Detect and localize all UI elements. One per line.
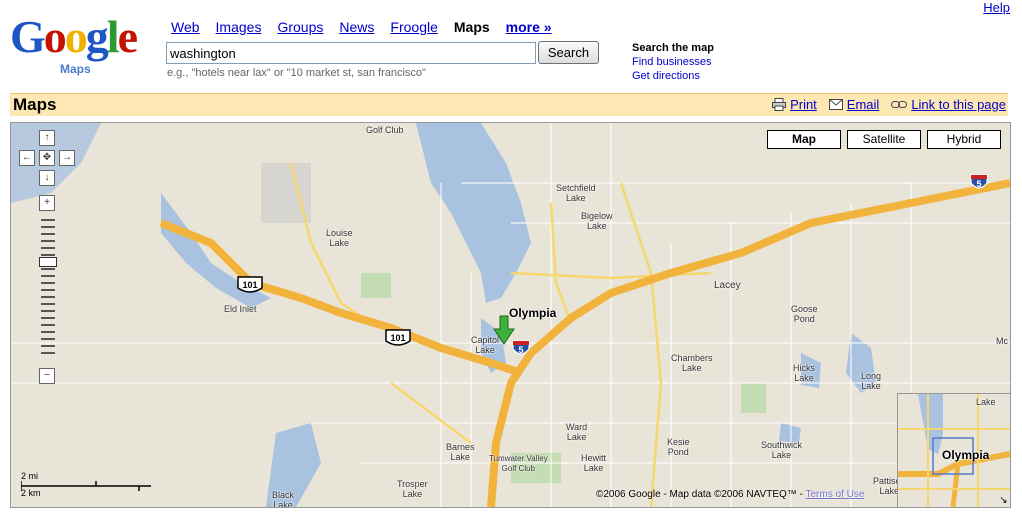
overview-label: Lake xyxy=(976,397,996,407)
map-label: Mc xyxy=(996,336,1008,346)
page-title: Maps xyxy=(13,95,57,114)
product-tabs: Web Images Groups News Froogle Maps more… xyxy=(171,19,552,35)
map-label: Long Lake xyxy=(861,371,882,391)
zoom-slider-thumb[interactable] xyxy=(39,257,57,267)
pan-left-button[interactable]: ← xyxy=(19,150,35,166)
map-label: Golf Club xyxy=(366,125,404,135)
envelope-icon xyxy=(828,99,843,110)
map-label: Kesie Pond xyxy=(667,437,690,457)
us-101-shield: 101 xyxy=(385,329,411,346)
map-viewport[interactable]: Map Satellite Hybrid ↑ ← ✥ → ↓ + − Golf … xyxy=(10,122,1011,508)
svg-text:5: 5 xyxy=(518,345,523,355)
map-label: Southwick Lake xyxy=(761,440,803,460)
get-directions-link[interactable]: Get directions xyxy=(632,69,714,83)
plus-icon: + xyxy=(44,197,50,208)
scale-miles: 2 mi xyxy=(21,471,39,481)
terms-of-use-link[interactable]: Terms of Use xyxy=(805,489,864,500)
search-hint: e.g., "hotels near lax" or "10 market st… xyxy=(167,67,426,79)
pan-right-button[interactable]: → xyxy=(59,150,75,166)
pan-down-button[interactable]: ↓ xyxy=(39,170,55,186)
logo-wordmark: Google xyxy=(10,11,138,62)
map-label: Hicks Lake xyxy=(793,363,815,383)
map-label: Barnes Lake xyxy=(446,442,475,462)
map-label: Setchfield Lake xyxy=(556,183,596,203)
search-options: Search the map Find businesses Get direc… xyxy=(632,41,714,83)
map-label: Tumwater Valley Golf Club xyxy=(489,454,548,473)
svg-text:101: 101 xyxy=(242,280,257,290)
map-actions: Print Email Link to this page xyxy=(772,97,1006,112)
map-copyright: ©2006 Google - Map data ©2006 NAVTEQ™ - … xyxy=(596,489,864,500)
center-cross-icon: ✥ xyxy=(42,152,52,163)
copyright-text: ©2006 Google - Map data ©2006 NAVTEQ™ - xyxy=(596,489,803,500)
map-label: Goose Pond xyxy=(791,304,818,324)
pan-up-button[interactable]: ↑ xyxy=(39,130,55,146)
map-label: Lacey xyxy=(714,280,741,291)
tab-more[interactable]: more » xyxy=(506,19,552,35)
map-scale: 2 mi 2 km xyxy=(21,471,151,498)
overview-map[interactable]: Lake Olympia ↘ xyxy=(897,393,1010,507)
map-label: Bigelow Lake xyxy=(581,211,613,231)
link-action[interactable]: Link to this page xyxy=(891,97,1006,112)
map-label: Ward Lake xyxy=(566,422,588,442)
map-label: Chambers Lake xyxy=(671,353,713,373)
svg-text:5: 5 xyxy=(976,179,981,189)
map-label: Hewitt Lake xyxy=(581,453,607,473)
arrow-left-icon: ← xyxy=(22,152,32,163)
zoom-in-button[interactable]: + xyxy=(39,195,55,211)
tab-groups[interactable]: Groups xyxy=(277,19,323,35)
pan-center-button[interactable]: ✥ xyxy=(39,150,55,166)
collapse-overview-icon[interactable]: ↘ xyxy=(998,495,1009,506)
map-label: Eld Inlet xyxy=(224,304,257,314)
print-action[interactable]: Print xyxy=(772,97,817,112)
find-businesses-link[interactable]: Find businesses xyxy=(632,55,714,69)
email-link[interactable]: Email xyxy=(847,97,880,112)
zoom-out-button[interactable]: − xyxy=(39,368,55,384)
help-link[interactable]: Help xyxy=(983,0,1010,15)
arrow-down-icon: ↓ xyxy=(44,172,50,183)
tab-images[interactable]: Images xyxy=(216,19,262,35)
tab-news[interactable]: News xyxy=(339,19,374,35)
search-options-heading: Search the map xyxy=(632,42,714,54)
arrow-up-icon: ↑ xyxy=(44,132,50,143)
printer-icon xyxy=(772,98,787,111)
google-maps-logo[interactable]: Google Maps xyxy=(10,14,160,84)
city-label-olympia: Olympia xyxy=(509,306,557,320)
maps-title-bar: Maps Print Email Link to this page xyxy=(10,93,1008,116)
search-input[interactable] xyxy=(166,42,536,64)
tab-web[interactable]: Web xyxy=(171,19,200,35)
svg-text:101: 101 xyxy=(390,333,405,343)
budd-inlet-water xyxy=(416,123,531,303)
location-marker-arrow-icon[interactable] xyxy=(493,315,515,345)
us-101-shield: 101 xyxy=(237,276,263,293)
print-link[interactable]: Print xyxy=(790,97,817,112)
map-type-satellite-button[interactable]: Satellite xyxy=(847,130,921,149)
park-area xyxy=(741,383,766,413)
overview-city-label: Olympia xyxy=(942,448,990,462)
minus-icon: − xyxy=(44,370,50,381)
map-type-map-button[interactable]: Map xyxy=(767,130,841,149)
map-label: Black Lake xyxy=(272,490,295,508)
map-label: Louise Lake xyxy=(326,228,353,248)
zoom-slider-track[interactable] xyxy=(41,219,55,361)
search-button[interactable]: Search xyxy=(538,41,599,64)
link-to-page[interactable]: Link to this page xyxy=(911,97,1006,112)
chain-link-icon xyxy=(891,101,908,108)
arrow-right-icon: → xyxy=(62,152,72,163)
scale-kilometers: 2 km xyxy=(21,488,41,498)
tab-maps: Maps xyxy=(453,19,490,35)
logo-subtitle: Maps xyxy=(60,62,91,76)
map-type-hybrid-button[interactable]: Hybrid xyxy=(927,130,1001,149)
park-area xyxy=(361,273,391,298)
map-label: Trosper Lake xyxy=(397,479,428,499)
interstate-5-shield: 5 xyxy=(970,174,988,189)
tab-froogle[interactable]: Froogle xyxy=(390,19,437,35)
email-action[interactable]: Email xyxy=(828,97,880,112)
